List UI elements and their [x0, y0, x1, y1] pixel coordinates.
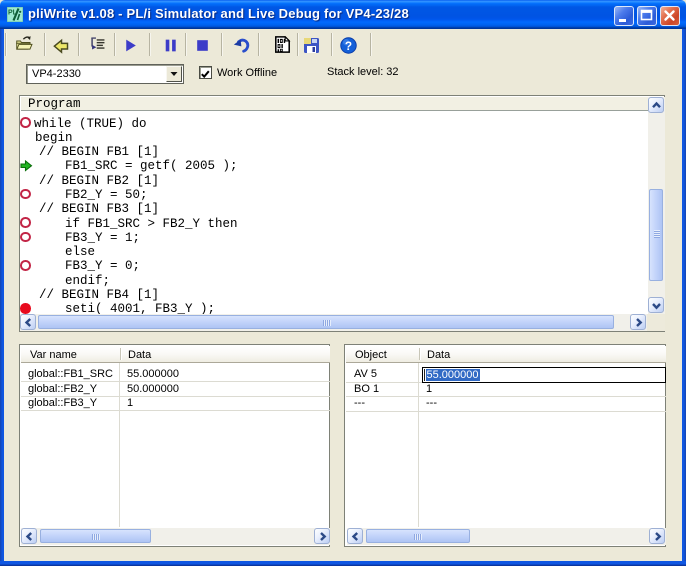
svg-text:?: ? — [345, 39, 352, 53]
